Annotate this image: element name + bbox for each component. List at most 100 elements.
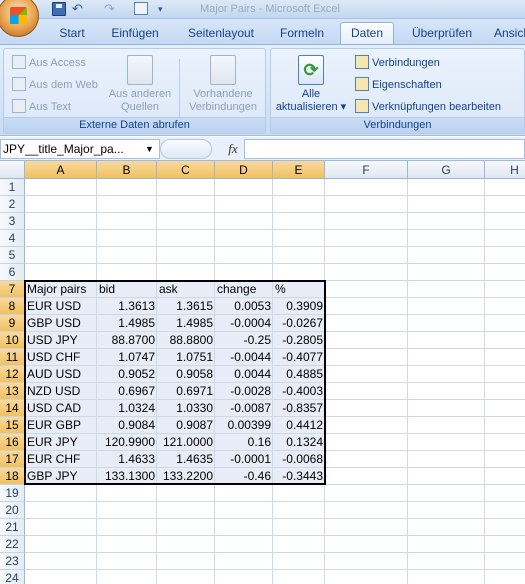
- cell-a15[interactable]: EUR GBP: [25, 417, 97, 434]
- spreadsheet-grid[interactable]: ABCDEFGH 1 2 3 4 5 6 7 8 9 10 11 12 13 14 15 16 17 18 19 20…: [0, 161, 525, 584]
- cell-d10[interactable]: -0.25: [215, 332, 273, 349]
- row-header-6[interactable]: 6: [0, 264, 25, 281]
- connections-button[interactable]: Verbindungen: [355, 53, 440, 73]
- cell-e11[interactable]: -0.4077: [273, 349, 325, 366]
- cell-a11[interactable]: USD CHF: [25, 349, 97, 366]
- custom-qat-icon[interactable]: [134, 2, 148, 15]
- name-box[interactable]: JPY__title_Major_pa...: [0, 139, 160, 159]
- cell-c18[interactable]: 133.2200: [157, 468, 215, 485]
- properties-button[interactable]: Eigenschaften: [355, 75, 442, 95]
- row-header-10[interactable]: 10: [0, 332, 25, 349]
- row-header-19[interactable]: 19: [0, 485, 25, 502]
- edit-links-button[interactable]: Verknüpfungen bearbeiten: [355, 97, 501, 117]
- column-header-e[interactable]: E: [273, 161, 325, 179]
- tab-seitenlayout[interactable]: Seitenlayout: [176, 24, 266, 44]
- cell-a7[interactable]: Major pairs: [25, 281, 97, 298]
- row-header-12[interactable]: 12: [0, 366, 25, 383]
- cell-b8[interactable]: 1.3613: [97, 298, 157, 315]
- cell-b13[interactable]: 0.6967: [97, 383, 157, 400]
- row-header-21[interactable]: 21: [0, 519, 25, 536]
- cell-e14[interactable]: -0.8357: [273, 400, 325, 417]
- cell-c14[interactable]: 1.0330: [157, 400, 215, 417]
- cell-e16[interactable]: 0.1324: [273, 434, 325, 451]
- column-header-b[interactable]: B: [97, 161, 157, 179]
- column-header-h[interactable]: H: [485, 161, 525, 179]
- column-header-d[interactable]: D: [215, 161, 273, 179]
- row-header-16[interactable]: 16: [0, 434, 25, 451]
- from-access-button[interactable]: Aus Access: [12, 53, 86, 73]
- cell-e17[interactable]: -0.0068: [273, 451, 325, 468]
- cell-e8[interactable]: 0.3909: [273, 298, 325, 315]
- cell-e7[interactable]: %: [273, 281, 325, 298]
- cell-b10[interactable]: 88.8700: [97, 332, 157, 349]
- cell-c10[interactable]: 88.8800: [157, 332, 215, 349]
- column-header-f[interactable]: F: [325, 161, 408, 179]
- cell-d13[interactable]: -0.0028: [215, 383, 273, 400]
- cell-d8[interactable]: 0.0053: [215, 298, 273, 315]
- from-text-button[interactable]: Aus Text: [12, 97, 71, 117]
- row-header-20[interactable]: 20: [0, 502, 25, 519]
- cell-d12[interactable]: 0.0044: [215, 366, 273, 383]
- undo-icon[interactable]: ↶: [72, 2, 86, 16]
- tab-einfuegen[interactable]: Einfügen: [100, 24, 170, 44]
- name-box-dropdown-icon[interactable]: ▼: [145, 144, 154, 154]
- tab-start[interactable]: Start: [48, 24, 96, 44]
- tab-ueberpruefen[interactable]: Überprüfen: [402, 24, 482, 44]
- row-header-18[interactable]: 18: [0, 468, 25, 485]
- cell-c15[interactable]: 0.9087: [157, 417, 215, 434]
- row-header-17[interactable]: 17: [0, 451, 25, 468]
- row-header-15[interactable]: 15: [0, 417, 25, 434]
- cell-e13[interactable]: -0.4003: [273, 383, 325, 400]
- row-header-23[interactable]: 23: [0, 553, 25, 570]
- formula-bar-expand-handle[interactable]: [160, 139, 212, 159]
- row-header-22[interactable]: 22: [0, 536, 25, 553]
- cell-d9[interactable]: -0.0004: [215, 315, 273, 332]
- row-header-7[interactable]: 7: [0, 281, 25, 298]
- insert-function-icon[interactable]: fx: [222, 140, 244, 158]
- cell-b17[interactable]: 1.4633: [97, 451, 157, 468]
- cell-c17[interactable]: 1.4635: [157, 451, 215, 468]
- tab-formeln[interactable]: Formeln: [272, 24, 332, 44]
- from-web-button[interactable]: Aus dem Web: [12, 75, 98, 95]
- cell-c13[interactable]: 0.6971: [157, 383, 215, 400]
- save-icon[interactable]: [52, 2, 66, 16]
- cell-a8[interactable]: EUR USD: [25, 298, 97, 315]
- cell-c16[interactable]: 121.0000: [157, 434, 215, 451]
- row-header-24[interactable]: 24: [0, 570, 25, 584]
- cell-e9[interactable]: -0.0267: [273, 315, 325, 332]
- cell-d18[interactable]: -0.46: [215, 468, 273, 485]
- cell-a17[interactable]: EUR CHF: [25, 451, 97, 468]
- column-header-c[interactable]: C: [157, 161, 215, 179]
- cell-b11[interactable]: 1.0747: [97, 349, 157, 366]
- cell-b12[interactable]: 0.9052: [97, 366, 157, 383]
- cell-a13[interactable]: NZD USD: [25, 383, 97, 400]
- cell-b16[interactable]: 120.9900: [97, 434, 157, 451]
- cell-d7[interactable]: change: [215, 281, 273, 298]
- cell-a18[interactable]: GBP JPY: [25, 468, 97, 485]
- refresh-all-button[interactable]: Alle aktualisieren ▾: [273, 55, 349, 114]
- row-header-1[interactable]: 1: [0, 179, 25, 196]
- cell-a10[interactable]: USD JPY: [25, 332, 97, 349]
- cell-b15[interactable]: 0.9084: [97, 417, 157, 434]
- cell-c12[interactable]: 0.9058: [157, 366, 215, 383]
- cell-e15[interactable]: 0.4412: [273, 417, 325, 434]
- cell-c7[interactable]: ask: [157, 281, 215, 298]
- cell-e18[interactable]: -0.3443: [273, 468, 325, 485]
- row-header-11[interactable]: 11: [0, 349, 25, 366]
- row-header-8[interactable]: 8: [0, 298, 25, 315]
- cell-e10[interactable]: -0.2805: [273, 332, 325, 349]
- select-all-corner[interactable]: [0, 161, 25, 179]
- cell-d17[interactable]: -0.0001: [215, 451, 273, 468]
- cell-b7[interactable]: bid: [97, 281, 157, 298]
- tab-ansicht[interactable]: Ansicht: [494, 24, 525, 44]
- cell-c11[interactable]: 1.0751: [157, 349, 215, 366]
- row-header-5[interactable]: 5: [0, 247, 25, 264]
- cell-d14[interactable]: -0.0087: [215, 400, 273, 417]
- row-header-13[interactable]: 13: [0, 383, 25, 400]
- cell-d16[interactable]: 0.16: [215, 434, 273, 451]
- formula-input[interactable]: [244, 139, 525, 159]
- row-header-4[interactable]: 4: [0, 230, 25, 247]
- cell-d15[interactable]: 0.00399: [215, 417, 273, 434]
- row-header-2[interactable]: 2: [0, 196, 25, 213]
- qat-dropdown-icon[interactable]: ▾: [158, 2, 172, 16]
